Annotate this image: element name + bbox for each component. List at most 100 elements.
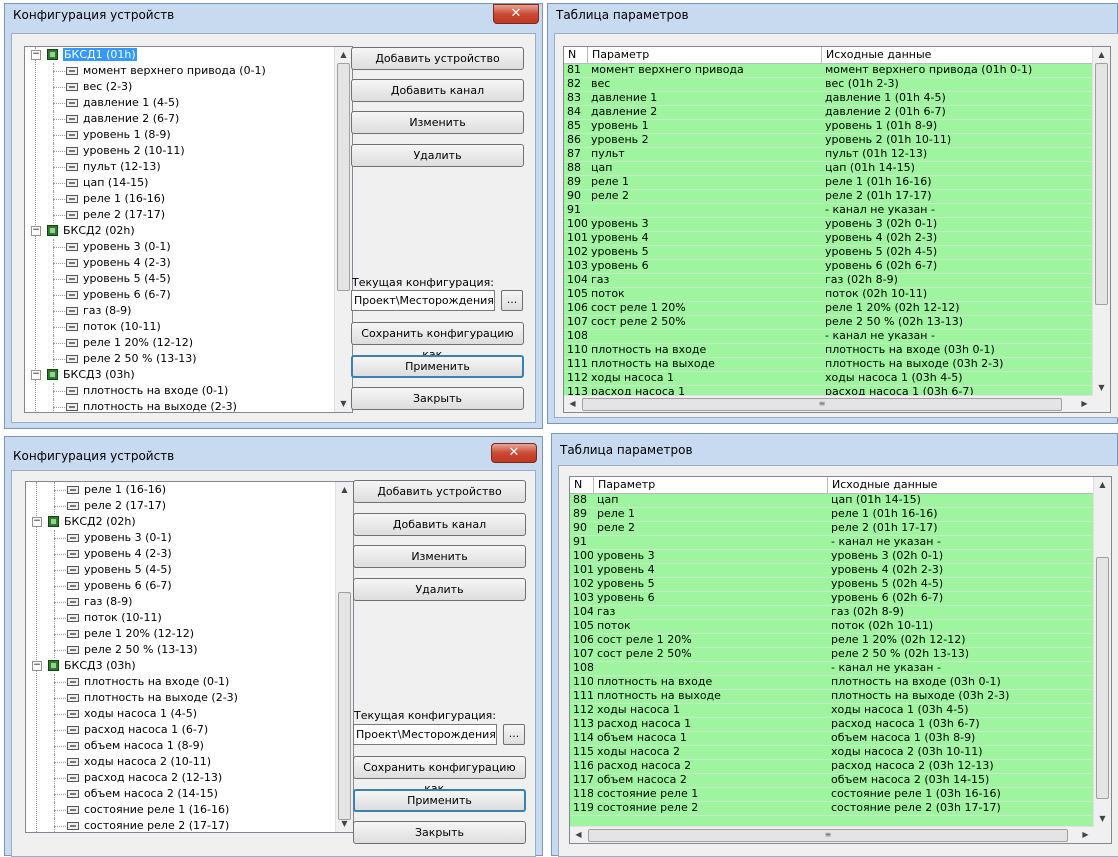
table-row[interactable]: 102 уровень 5 уровень 5 (02h 4-5) <box>570 577 1094 592</box>
scroll-thumb[interactable] <box>338 592 351 820</box>
tree-channel-node[interactable]: поток (10-11) <box>84 610 162 626</box>
table-row[interactable]: 88 цап цап (01h 14-15) <box>570 493 1094 508</box>
current-config-path-field[interactable]: Проект\Месторождения\0( <box>351 290 495 311</box>
table-row[interactable]: 113 расход насоса 1 расход насоса 1 (03h 6… <box>570 717 1094 732</box>
tree-channel-node[interactable]: объем насоса 2 (14-15) <box>84 786 218 802</box>
tree-channel-node[interactable]: реле 2 (17-17) <box>84 498 166 514</box>
collapse-toggle-icon[interactable]: − <box>32 517 42 527</box>
scroll-thumb[interactable] <box>1096 557 1109 799</box>
edit-button[interactable]: Изменить <box>351 111 524 134</box>
table-row[interactable]: 105 поток поток (02h 10-11) <box>564 287 1093 302</box>
table-row[interactable]: 101 уровень 4 уровень 4 (02h 2-3) <box>564 231 1093 246</box>
tree-channel-node[interactable]: состояние реле 2 (17-17) <box>84 818 229 832</box>
scroll-up-arrow-icon[interactable]: ▲ <box>335 47 352 63</box>
params-table[interactable]: N Параметр Исходные данные 88 цап цап (01h… <box>569 476 1112 844</box>
tree-channel-node[interactable]: уровень 6 (6-7) <box>83 287 171 303</box>
table-row[interactable]: 85 уровень 1 уровень 1 (01h 8-9) <box>564 119 1093 134</box>
collapse-toggle-icon[interactable]: − <box>31 50 41 60</box>
tree-channel-node[interactable]: уровень 1 (8-9) <box>83 127 171 143</box>
table-row[interactable]: 111 плотность на выходе плотность на выход… <box>564 357 1093 372</box>
table-row[interactable]: 111 плотность на выходе плотность на выход… <box>570 689 1094 704</box>
scroll-down-arrow-icon[interactable]: ▼ <box>1094 811 1111 827</box>
collapse-toggle-icon[interactable]: − <box>31 370 41 380</box>
table-row[interactable]: 87 пульт пульт (01h 12-13) <box>564 147 1093 162</box>
save-config-button[interactable]: Сохранить конфигурацию как... <box>351 322 524 361</box>
browse-button[interactable]: ... <box>503 724 525 745</box>
table-row[interactable]: 102 уровень 5 уровень 5 (02h 4-5) <box>564 245 1093 260</box>
tree-channel-node[interactable]: уровень 6 (6-7) <box>84 578 172 594</box>
tree-channel-node[interactable]: плотность на выходе (2-3) <box>83 399 237 412</box>
tree-channel-node[interactable]: ходы насоса 1 (4-5) <box>84 706 197 722</box>
table-row[interactable]: 107 сост реле 2 50% реле 2 50 % (02h 13-13… <box>570 647 1094 662</box>
tree-channel-node[interactable]: цап (14-15) <box>83 175 148 191</box>
table-hscrollbar[interactable]: ◀ ≡ ▶ <box>564 395 1093 412</box>
table-row[interactable]: 114 объем насоса 1 объем насоса 1 (03h 8-9… <box>570 731 1094 746</box>
table-row[interactable]: 104 газ газ (02h 8-9) <box>570 605 1094 620</box>
tree-channel-node[interactable]: реле 2 (17-17) <box>83 207 165 223</box>
delete-button[interactable]: Удалить <box>351 144 524 167</box>
table-row[interactable]: 91 - канал не указан - <box>564 203 1093 218</box>
tree-channel-node[interactable]: плотность на выходе (2-3) <box>84 690 238 706</box>
hscroll-thumb[interactable]: ≡ <box>588 829 1068 842</box>
tree-channel-node[interactable]: уровень 2 (10-11) <box>83 143 185 159</box>
column-header-param[interactable]: Параметр <box>588 47 822 63</box>
device-tree[interactable]: реле 1 (16-16) реле 2 (17-17) − БКСД2 (02h)… <box>25 481 354 833</box>
scroll-right-arrow-icon[interactable]: ▶ <box>1076 396 1093 412</box>
tree-scrollbar[interactable]: ▲ ▼ <box>335 482 353 832</box>
table-row[interactable]: 103 уровень 6 уровень 6 (02h 6-7) <box>564 259 1093 274</box>
scroll-up-arrow-icon[interactable]: ▲ <box>1093 47 1110 63</box>
tree-channel-node[interactable]: давление 1 (4-5) <box>83 95 179 111</box>
tree-channel-node[interactable]: уровень 5 (4-5) <box>84 562 172 578</box>
table-row[interactable]: 86 уровень 2 уровень 2 (01h 10-11) <box>564 133 1093 148</box>
scroll-left-arrow-icon[interactable]: ◀ <box>564 396 581 412</box>
close-button[interactable]: Закрыть <box>353 821 526 844</box>
edit-button[interactable]: Изменить <box>353 545 526 568</box>
tree-channel-node[interactable]: уровень 4 (2-3) <box>84 546 172 562</box>
table-row[interactable]: 112 ходы насоса 1 ходы насоса 1 (03h 4-5) <box>570 703 1094 718</box>
tree-scrollbar[interactable]: ▲ ▼ <box>334 47 352 412</box>
add-device-button[interactable]: Добавить устройство <box>353 480 526 503</box>
apply-button[interactable]: Применить <box>351 355 524 378</box>
scroll-down-arrow-icon[interactable]: ▼ <box>336 816 353 832</box>
table-row[interactable]: 104 газ газ (02h 8-9) <box>564 273 1093 288</box>
tree-channel-node[interactable]: реле 1 (16-16) <box>84 482 166 498</box>
table-row[interactable]: 82 вес вес (01h 2-3) <box>564 77 1093 92</box>
table-row[interactable]: 103 уровень 6 уровень 6 (02h 6-7) <box>570 591 1094 606</box>
table-row[interactable]: 81 момент верхнего привода момент верхнего… <box>564 63 1093 78</box>
tree-device-node[interactable]: БКСД3 (03h) <box>63 367 135 383</box>
collapse-toggle-icon[interactable]: − <box>32 661 42 671</box>
table-vscrollbar[interactable]: ▲ ▼ <box>1093 477 1111 827</box>
table-row[interactable]: 119 состояние реле 2 состояние реле 2 (03h… <box>570 801 1094 816</box>
tree-channel-node[interactable]: плотность на входе (0-1) <box>84 674 229 690</box>
table-row[interactable]: 117 объем насоса 2 объем насоса 2 (03h 14-… <box>570 773 1094 788</box>
tree-device-node[interactable]: БКСД1 (01h) <box>63 47 137 63</box>
scroll-down-arrow-icon[interactable]: ▼ <box>1093 380 1110 396</box>
tree-channel-node[interactable]: объем насоса 1 (8-9) <box>84 738 204 754</box>
column-header-source[interactable]: Исходные данные <box>822 47 1095 63</box>
tree-channel-node[interactable]: реле 2 50 % (13-13) <box>83 351 197 367</box>
table-row[interactable]: 83 давление 1 давление 1 (01h 4-5) <box>564 91 1093 106</box>
add-channel-button[interactable]: Добавить канал <box>353 513 526 536</box>
tree-channel-node[interactable]: вес (2-3) <box>83 79 132 95</box>
table-row[interactable]: 89 реле 1 реле 1 (01h 16-16) <box>564 175 1093 190</box>
current-config-path-field[interactable]: Проект\Месторождения\0( <box>353 724 497 745</box>
scroll-up-arrow-icon[interactable]: ▲ <box>1094 477 1111 493</box>
table-row[interactable]: 90 реле 2 реле 2 (01h 17-17) <box>570 521 1094 536</box>
table-row[interactable]: 105 поток поток (02h 10-11) <box>570 619 1094 634</box>
tree-channel-node[interactable]: расход насоса 2 (12-13) <box>84 770 222 786</box>
table-row[interactable]: 108 - канал не указан - <box>570 661 1094 676</box>
tree-channel-node[interactable]: уровень 5 (4-5) <box>83 271 171 287</box>
scroll-down-arrow-icon[interactable]: ▼ <box>335 396 352 412</box>
table-row[interactable]: 112 ходы насоса 1 ходы насоса 1 (03h 4-5) <box>564 371 1093 386</box>
column-header-param[interactable]: Параметр <box>594 477 828 493</box>
table-row[interactable]: 110 плотность на входе плотность на входе … <box>564 343 1093 358</box>
tree-device-node[interactable]: БКСД2 (02h) <box>63 223 135 239</box>
table-row[interactable]: 100 уровень 3 уровень 3 (02h 0-1) <box>570 549 1094 564</box>
params-table[interactable]: N Параметр Исходные данные 81 момент верх… <box>563 46 1111 413</box>
table-row[interactable]: 106 сост реле 1 20% реле 1 20% (02h 12-12) <box>570 633 1094 648</box>
tree-device-node[interactable]: БКСД2 (02h) <box>64 514 136 530</box>
tree-channel-node[interactable]: поток (10-11) <box>83 319 161 335</box>
table-row[interactable]: 108 - канал не указан - <box>564 329 1093 344</box>
tree-channel-node[interactable]: реле 1 20% (12-12) <box>84 626 194 642</box>
tree-channel-node[interactable]: реле 1 (16-16) <box>83 191 165 207</box>
